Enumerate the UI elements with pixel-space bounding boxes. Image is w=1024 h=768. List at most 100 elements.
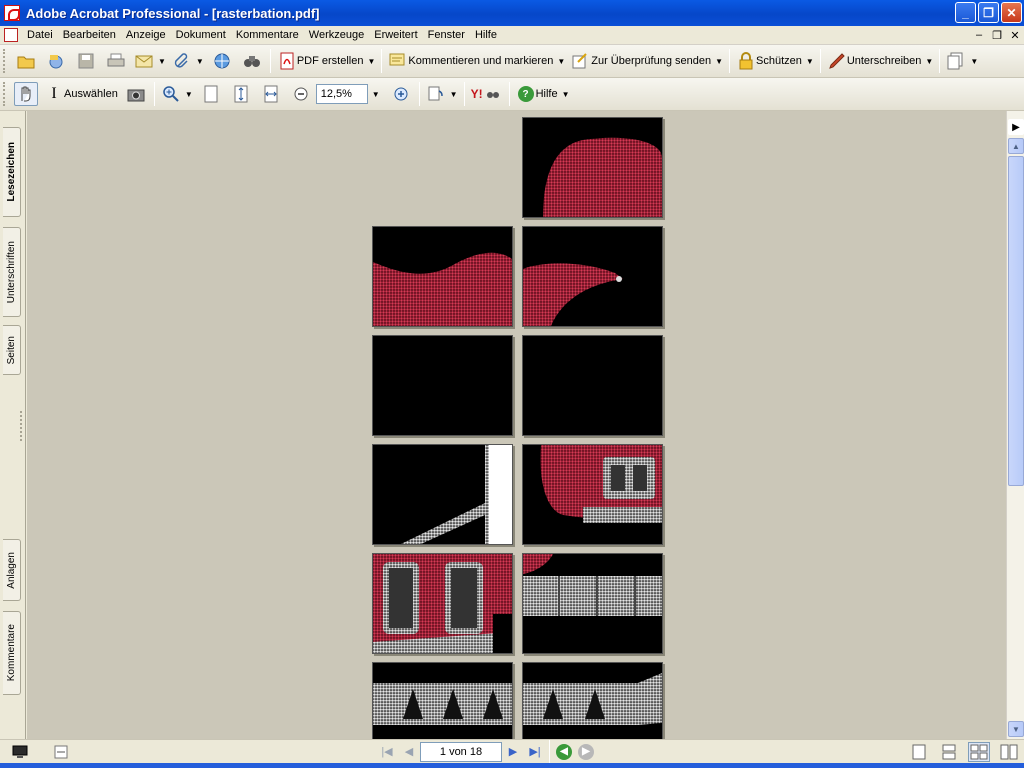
- tab-unterschriften[interactable]: Unterschriften: [3, 227, 21, 317]
- pdf-page[interactable]: [522, 226, 663, 327]
- menu-fenster[interactable]: Fenster: [423, 29, 470, 41]
- fit-page-button[interactable]: [229, 82, 253, 106]
- email-button[interactable]: ▼: [134, 49, 166, 73]
- pages-options-button[interactable]: ▼: [946, 49, 978, 73]
- menu-dokument[interactable]: Dokument: [171, 29, 231, 41]
- menu-erweitert[interactable]: Erweitert: [369, 29, 422, 41]
- page-image: [523, 673, 662, 725]
- document-icon[interactable]: [4, 28, 18, 42]
- pane-resize-handle[interactable]: [20, 411, 24, 441]
- pdf-page[interactable]: [372, 444, 513, 545]
- pdf-page[interactable]: [372, 335, 513, 436]
- tab-seiten[interactable]: Seiten: [3, 325, 21, 375]
- minimize-button[interactable]: _: [955, 2, 976, 23]
- unterschreiben-dropdown-arrow[interactable]: ▼: [925, 57, 933, 66]
- ueberpruefung-dropdown-arrow[interactable]: ▼: [715, 57, 723, 66]
- menu-bearbeiten[interactable]: Bearbeiten: [58, 29, 121, 41]
- save-disk-icon: [76, 52, 96, 70]
- attach-button[interactable]: ▼: [172, 49, 204, 73]
- zoom-out-button[interactable]: [289, 82, 313, 106]
- pdf-page[interactable]: [522, 117, 663, 218]
- document-view[interactable]: [27, 111, 1006, 739]
- ueberpruefung-button[interactable]: Zur Überprüfung senden ▼: [571, 49, 723, 73]
- next-view-button[interactable]: ▶: [575, 742, 597, 762]
- pdf-erstellen-button[interactable]: PDF erstellen ▼: [277, 49, 375, 73]
- unterschreiben-label: Unterschreiben: [846, 55, 922, 67]
- doc-restore-button[interactable]: ❐: [988, 26, 1006, 44]
- scroll-up-button[interactable]: ▲: [1008, 138, 1024, 154]
- zoom-tool-dropdown-arrow[interactable]: ▼: [185, 90, 193, 99]
- web-button[interactable]: [210, 49, 234, 73]
- search-button[interactable]: [240, 49, 264, 73]
- pages-options-dropdown-arrow[interactable]: ▼: [970, 57, 978, 66]
- actual-size-button[interactable]: [199, 82, 223, 106]
- facing-layout-button[interactable]: [998, 742, 1020, 762]
- menu-datei[interactable]: Datei: [22, 29, 58, 41]
- print-button[interactable]: [104, 49, 128, 73]
- toolbar-grip[interactable]: [3, 82, 7, 106]
- close-button[interactable]: ✕: [1001, 2, 1022, 23]
- snapshot-button[interactable]: [124, 82, 148, 106]
- yahoo-search-button[interactable]: Y!: [471, 82, 503, 106]
- tab-anlagen[interactable]: Anlagen: [3, 539, 21, 601]
- tab-kommentare[interactable]: Kommentare: [3, 611, 21, 695]
- pdf-page[interactable]: [522, 553, 663, 654]
- previous-view-button[interactable]: ◀: [553, 742, 575, 762]
- hilfe-dropdown-arrow[interactable]: ▼: [562, 90, 570, 99]
- page-number-input[interactable]: 1 von 18: [420, 741, 502, 762]
- single-page-layout-button[interactable]: [908, 742, 930, 762]
- save-button[interactable]: [74, 49, 98, 73]
- page-options-button[interactable]: [49, 740, 73, 764]
- doc-close-button[interactable]: ✕: [1006, 26, 1024, 44]
- schuetzen-dropdown-arrow[interactable]: ▼: [806, 57, 814, 66]
- scroll-down-button[interactable]: ▼: [1008, 721, 1024, 737]
- pdf-page[interactable]: [522, 662, 663, 739]
- zoom-tool-button[interactable]: ▼: [161, 82, 193, 106]
- document-properties-button[interactable]: [8, 740, 32, 764]
- scroll-thumb[interactable]: [1008, 156, 1024, 486]
- continuous-facing-layout-button[interactable]: [968, 741, 990, 762]
- toolbar-separator: [463, 82, 465, 106]
- help-question-icon: ?: [516, 85, 536, 103]
- attach-dropdown-arrow[interactable]: ▼: [196, 57, 204, 66]
- vertical-scrollbar[interactable]: ▶ ▲ ▼: [1006, 111, 1024, 739]
- panel-expand-arrow-icon[interactable]: ▶: [1008, 119, 1024, 135]
- first-page-button[interactable]: |◀: [376, 742, 398, 762]
- pdf-page[interactable]: [372, 226, 513, 327]
- menu-hilfe[interactable]: Hilfe: [470, 29, 502, 41]
- pdf-page[interactable]: [372, 662, 513, 739]
- hand-tool-button[interactable]: [14, 82, 38, 106]
- kommentieren-dropdown-arrow[interactable]: ▼: [557, 57, 565, 66]
- toolbar-grip[interactable]: [3, 49, 7, 73]
- open-button[interactable]: [14, 49, 38, 73]
- schuetzen-button[interactable]: Schützen ▼: [736, 49, 814, 73]
- pdf-erstellen-dropdown-arrow[interactable]: ▼: [367, 57, 375, 66]
- zoom-level-input[interactable]: 12,5%: [315, 84, 368, 104]
- organizer-button[interactable]: [44, 49, 68, 73]
- unterschreiben-button[interactable]: Unterschreiben ▼: [827, 49, 933, 73]
- zoom-in-button[interactable]: [389, 82, 413, 106]
- doc-minimize-button[interactable]: –: [970, 26, 988, 44]
- email-dropdown-arrow[interactable]: ▼: [158, 57, 166, 66]
- maximize-button[interactable]: ❐: [978, 2, 999, 23]
- next-page-button[interactable]: ▶: [502, 742, 524, 762]
- previous-page-button[interactable]: ◀: [398, 742, 420, 762]
- tab-lesezeichen[interactable]: Lesezeichen: [3, 127, 21, 217]
- pdf-page[interactable]: [522, 444, 663, 545]
- menu-anzeige[interactable]: Anzeige: [121, 29, 171, 41]
- kommentieren-button[interactable]: Kommentieren und markieren ▼: [388, 49, 565, 73]
- fit-width-button[interactable]: [259, 82, 283, 106]
- menu-kommentare[interactable]: Kommentare: [231, 29, 304, 41]
- hilfe-button[interactable]: ? Hilfe ▼: [516, 82, 570, 106]
- zoom-level-dropdown-arrow[interactable]: ▼: [372, 90, 380, 99]
- pdf-page[interactable]: [372, 553, 513, 654]
- last-page-button[interactable]: ▶|: [524, 742, 546, 762]
- pdf-page[interactable]: [522, 335, 663, 436]
- rotate-view-dropdown-arrow[interactable]: ▼: [450, 90, 458, 99]
- select-tool-button[interactable]: I Auswählen: [44, 82, 118, 106]
- menu-werkzeuge[interactable]: Werkzeuge: [304, 29, 369, 41]
- tab-anlagen-label: Anlagen: [6, 551, 17, 589]
- continuous-layout-button[interactable]: [938, 742, 960, 762]
- rotate-view-button[interactable]: ▼: [426, 82, 458, 106]
- acrobat-app-icon[interactable]: [4, 5, 20, 21]
